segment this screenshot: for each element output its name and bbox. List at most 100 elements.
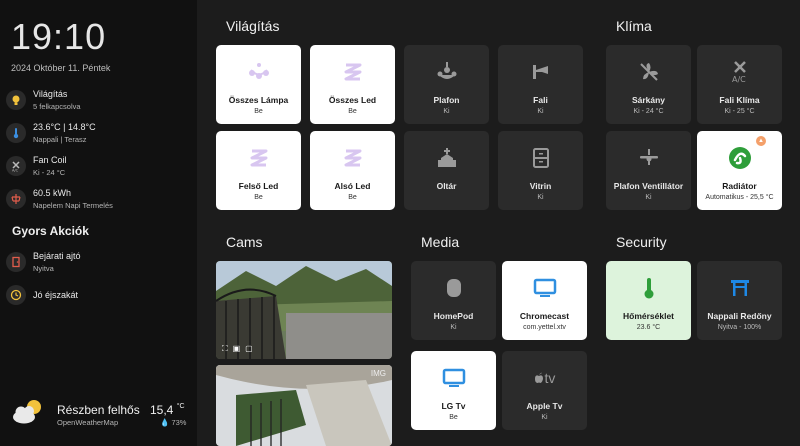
weather-temp-value: 15,4: [150, 403, 174, 417]
fan-coil-icon: A/C: [6, 156, 26, 176]
sidebar-item-title: 23.6°C | 14.8°C: [33, 122, 96, 132]
hd-icon[interactable]: ▢: [245, 344, 253, 354]
moon-clock-icon: [6, 285, 26, 305]
homepod-icon: [445, 277, 463, 299]
thermometer-icon: [642, 277, 656, 299]
blinds-icon: [729, 277, 751, 299]
tile-chromecast[interactable]: Chromecast com.yettel.xtv: [502, 261, 587, 340]
lightbulb-icon: [6, 90, 26, 110]
sidebar-item-sub: Nappali | Terasz: [33, 135, 87, 144]
tile-sarkany[interactable]: Sárkány Ki - 24 °C: [606, 45, 691, 124]
camera-controls: ⛶ ▣ ▢: [222, 344, 253, 354]
weather-widget[interactable]: Részben felhős OpenWeatherMap 15,4 °C 💧 …: [10, 395, 190, 435]
humidity-value: 73%: [171, 418, 187, 427]
cabinet-icon: [530, 147, 552, 169]
section-title-cams: Cams: [226, 234, 263, 250]
tile-name: HomePod: [433, 311, 474, 321]
door-icon: [6, 252, 26, 272]
sidebar-item-title: Világítás: [33, 89, 68, 99]
sidebar-item-sub: 5 felkapcsolva: [33, 102, 81, 111]
quick-action-sub: Nyitva: [33, 264, 54, 273]
tile-osszes-lampa[interactable]: Összes Lámpa Be: [216, 45, 301, 124]
tile-also-led[interactable]: Alsó Led Be: [310, 131, 395, 210]
tile-nappali-redony[interactable]: Nappali Redőny Nyitva - 100%: [697, 261, 782, 340]
tile-state: 23.6 °C: [636, 324, 661, 331]
tile-felso-led[interactable]: Felső Led Be: [216, 131, 301, 210]
tile-state: Be: [348, 194, 357, 201]
tile-state: Be: [254, 108, 263, 115]
tile-homerseklet[interactable]: Hőmérséklet 23.6 °C: [606, 261, 691, 340]
sidebar-item-fan-coil[interactable]: A/C Fan Coil Ki - 24 °C: [6, 151, 191, 181]
weather-temp-unit: °C: [176, 403, 185, 410]
tile-state: com.yettel.xtv: [523, 324, 566, 331]
tile-name: Apple Tv: [526, 401, 563, 411]
clock: 19:10: [11, 16, 107, 57]
tile-apple-tv[interactable]: tv Apple Tv Ki: [502, 351, 587, 430]
tile-name: Vitrin: [529, 181, 552, 191]
tile-state: Be: [348, 108, 357, 115]
camera-feed-2[interactable]: IMG: [216, 365, 392, 446]
weather-humidity: 💧 73%: [160, 418, 186, 427]
apple-tv-icon: tv: [534, 367, 555, 389]
svg-text:A/C: A/C: [732, 75, 746, 84]
tile-plafon-ventillator[interactable]: Plafon Ventillátor Ki: [606, 131, 691, 210]
quick-action-good-night[interactable]: Jó éjszakát: [6, 280, 191, 310]
tile-fali[interactable]: Fali Ki: [498, 45, 583, 124]
pip-icon[interactable]: ▣: [233, 344, 241, 354]
tile-name: Nappali Redőny: [707, 311, 772, 321]
sidebar-item-lighting[interactable]: Világítás 5 felkapcsolva: [6, 85, 191, 115]
sidebar-item-temperature[interactable]: 23.6°C | 14.8°C Nappali | Terasz: [6, 118, 191, 148]
fan-off-icon: [638, 61, 660, 83]
quick-action-title: Bejárati ajtó: [33, 251, 81, 261]
tv-icon: [442, 367, 466, 389]
tile-lg-tv[interactable]: LG Tv Be: [411, 351, 496, 430]
tile-plafon[interactable]: Plafon Ki: [404, 45, 489, 124]
fullscreen-icon[interactable]: ⛶: [222, 344, 228, 354]
tile-state: Be: [254, 194, 263, 201]
tile-name: Fali Klíma: [719, 95, 760, 105]
tile-name: Plafon: [433, 95, 460, 105]
tile-state: Automatikus - 25,5 °C: [705, 194, 774, 201]
tile-state: Ki: [541, 414, 548, 421]
sidebar-item-title: 60.5 kWh: [33, 188, 72, 198]
wall-light-icon: [530, 61, 552, 83]
tile-state: Ki: [443, 108, 450, 115]
tile-state: Ki: [537, 194, 544, 201]
air-conditioner-icon: A/C: [729, 61, 751, 84]
tile-name: Oltár: [436, 181, 457, 191]
radiator-icon: [728, 147, 752, 169]
tile-state: Be: [449, 414, 458, 421]
chandelier-icon: [247, 61, 271, 83]
tile-name: Fali: [533, 95, 548, 105]
sidebar-item-sub: Napelem Napi Termelés: [33, 201, 113, 210]
solar-power-icon: [6, 189, 26, 209]
ceiling-light-icon: [436, 61, 458, 83]
tile-osszes-led[interactable]: Összes Led Be: [310, 45, 395, 124]
tile-name: Alsó Led: [334, 181, 371, 191]
weather-source: OpenWeatherMap: [57, 418, 119, 427]
tile-radiator[interactable]: ▲ Radiátor Automatikus - 25,5 °C: [697, 131, 782, 210]
weather-temperature: 15,4 °C: [150, 403, 185, 417]
tile-name: Összes Lámpa: [228, 95, 289, 105]
tile-name: Chromecast: [519, 311, 570, 321]
partly-cloudy-icon: [13, 400, 41, 424]
tile-name: Sárkány: [631, 95, 666, 105]
church-icon: [436, 147, 458, 169]
tile-oltar[interactable]: Oltár: [404, 131, 489, 210]
section-title-media: Media: [421, 234, 460, 250]
quick-actions-title: Gyors Akciók: [12, 224, 89, 238]
camera-label: IMG: [370, 369, 386, 378]
sidebar-item-solar[interactable]: 60.5 kWh Napelem Napi Termelés: [6, 184, 191, 214]
thermometer-icon: [6, 123, 26, 143]
tv-icon: [533, 277, 557, 299]
quick-action-title: Jó éjszakát: [33, 290, 79, 300]
tile-vitrin[interactable]: Vitrin Ki: [498, 131, 583, 210]
led-strip-icon: [343, 147, 363, 169]
tile-name: LG Tv: [441, 401, 466, 411]
date: 2024 Október 11. Péntek: [11, 63, 111, 73]
quick-action-front-door[interactable]: Bejárati ajtó Nyitva: [6, 247, 191, 277]
tile-homepod[interactable]: HomePod Ki: [411, 261, 496, 340]
led-strip-icon: [249, 147, 269, 169]
tile-fali-klima[interactable]: A/C Fali Klíma Ki - 25 °C: [697, 45, 782, 124]
camera-feed-1[interactable]: ⛶ ▣ ▢: [216, 261, 392, 359]
